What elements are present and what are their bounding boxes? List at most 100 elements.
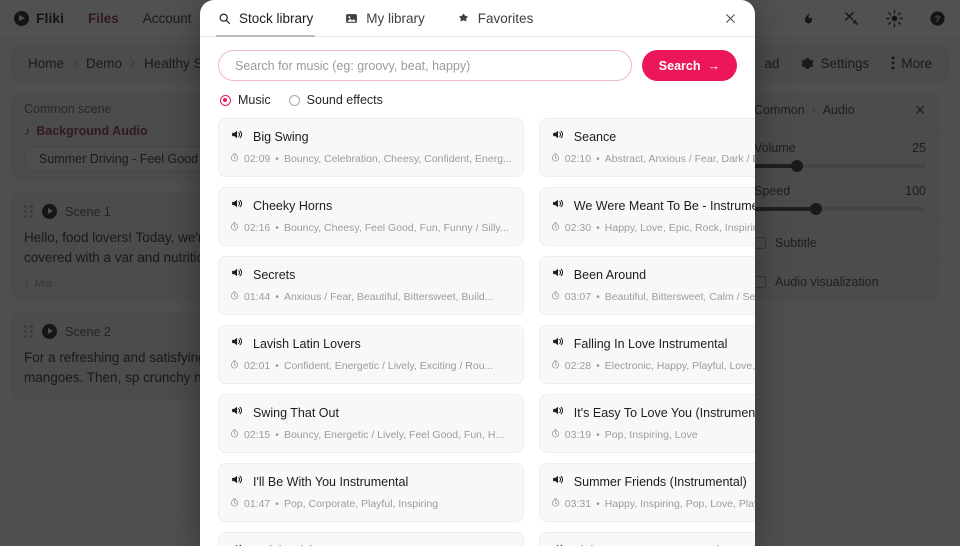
track-title: Secrets [253, 268, 296, 282]
search-zone: Search → Music Sound effects [200, 37, 755, 118]
clock-icon [230, 360, 239, 372]
track-card[interactable]: Summer Friends (Instrumental) 03:31 • Happy… [538, 463, 755, 522]
track-card[interactable]: Quick Sticks02:14•Bouncy, Celebration, C… [218, 532, 524, 546]
meta-separator: • [275, 291, 279, 303]
track-card[interactable]: Secrets 01:44 • Anxious / Fear, Beautiful, … [218, 256, 524, 315]
track-card[interactable]: Been Around 03:07 • Beautiful, Bittersweet,… [538, 256, 755, 315]
speaker-icon[interactable] [551, 542, 564, 546]
track-tags: Happy, Love, Epic, Rock, Inspiring [604, 222, 755, 234]
tab-label: Stock library [239, 10, 314, 26]
track-card[interactable]: It's Easy To Love You (Instrumental) 03:1… [538, 394, 755, 453]
radio-sound-effects-dot[interactable] [288, 94, 300, 106]
track-card[interactable]: Seance 02:10 • Abstract, Anxious / Fear, Da… [538, 118, 755, 177]
speaker-icon[interactable] [551, 404, 564, 422]
speaker-icon[interactable] [230, 128, 243, 146]
track-header: Swing That Out [230, 404, 512, 422]
clock-icon [230, 498, 239, 510]
track-meta: 02:01 • Confident, Energetic / Lively, Exc… [230, 360, 512, 372]
track-tags: Electronic, Happy, Playful, Love, Pop [604, 360, 755, 372]
tab-label: My library [366, 10, 425, 26]
speaker-icon[interactable] [230, 266, 243, 284]
speaker-icon[interactable] [230, 197, 243, 215]
radio-sound-effects-label: Sound effects [306, 93, 383, 107]
track-header: Lavish Latin Lovers [230, 335, 512, 353]
track-card[interactable]: Swing That Out 02:15 • Bouncy, Energetic / … [218, 394, 524, 453]
track-header: I'll Be With You Instrumental [230, 473, 512, 491]
radio-music[interactable]: Music [220, 93, 271, 107]
track-duration: 03:31 [564, 498, 592, 510]
track-header: It's Easy To Love You (Instrumental) [551, 404, 755, 422]
track-card[interactable]: Lavish Latin Lovers 02:01 • Confident, Ener… [218, 325, 524, 384]
track-tags: Anxious / Fear, Beautiful, Bittersweet, … [283, 291, 494, 303]
track-tags: Beautiful, Bittersweet, Calm / Serene, C… [604, 291, 755, 303]
track-header: Secrets [230, 266, 512, 284]
track-header: Cheeky Horns [230, 197, 512, 215]
clock-icon [551, 429, 560, 441]
track-title: We Were Meant To Be - Instrumental V... [573, 199, 755, 213]
radio-music-label: Music [238, 93, 271, 107]
track-title: Swing That Out [253, 406, 339, 420]
meta-separator: • [275, 153, 279, 165]
track-duration: 01:44 [244, 291, 271, 303]
meta-separator: • [596, 498, 600, 510]
meta-separator: • [596, 222, 600, 234]
search-button[interactable]: Search → [641, 50, 737, 81]
speaker-icon[interactable] [230, 335, 243, 353]
track-title: Summer Friends (Instrumental) [573, 475, 747, 489]
track-results-list[interactable]: Big Swing 02:09 • Bouncy, Celebration, Chee… [200, 118, 755, 546]
track-card[interactable]: We Were Meant To Be - Instrumental V... 0… [538, 187, 755, 246]
track-meta: 02:10 • Abstract, Anxious / Fear, Dark / B… [551, 153, 755, 165]
track-card[interactable]: Big Swing 02:09 • Bouncy, Celebration, Chee… [218, 118, 524, 177]
speaker-icon[interactable] [551, 128, 564, 146]
track-title: Been Around [573, 268, 647, 282]
track-tags: Bouncy, Celebration, Cheesy, Confident, … [283, 153, 512, 165]
app-root: Fliki Files Account ? [0, 0, 960, 546]
track-duration: 02:10 [564, 153, 592, 165]
track-duration: 01:47 [244, 498, 271, 510]
arrow-right-icon: → [707, 58, 721, 73]
stock-library-modal: Stock library My library Favorites Searc… [200, 0, 755, 546]
track-card[interactable]: Cheeky Horns 02:16 • Bouncy, Cheesy, Feel G… [218, 187, 524, 246]
tab-label: Favorites [477, 10, 534, 26]
clock-icon [551, 291, 560, 303]
track-header: Seance [551, 128, 755, 146]
track-header: Quick Sticks [230, 542, 512, 546]
track-title: It's Easy To Love You (Instrumental) [573, 406, 755, 420]
track-tags: Happy, Inspiring, Pop, Love, Playful [604, 498, 755, 510]
track-duration: 02:30 [564, 222, 592, 234]
speaker-icon[interactable] [551, 473, 564, 491]
close-modal-button[interactable] [719, 7, 741, 29]
tab-stock-library[interactable]: Stock library [215, 0, 316, 37]
speaker-icon[interactable] [230, 542, 243, 546]
clock-icon [230, 291, 239, 303]
radio-music-dot[interactable] [220, 94, 231, 106]
track-tags: Bouncy, Cheesy, Feel Good, Fun, Funny / … [283, 222, 509, 234]
meta-separator: • [275, 498, 279, 510]
track-title: Cheeky Horns [253, 199, 333, 213]
track-header: Been Around [551, 266, 755, 284]
speaker-icon[interactable] [230, 473, 243, 491]
tab-my-library[interactable]: My library [345, 0, 425, 37]
meta-separator: • [275, 360, 279, 372]
track-duration: 02:15 [244, 429, 271, 441]
track-meta: 02:28 • Electronic, Happy, Playful, Love, … [551, 360, 755, 372]
speaker-icon[interactable] [551, 197, 564, 215]
track-card[interactable]: I'll Be With You Instrumental 01:47 • Pop, … [218, 463, 524, 522]
modal-tab-bar: Stock library My library Favorites [200, 0, 755, 37]
search-input[interactable] [218, 50, 632, 81]
search-icon [218, 12, 231, 25]
meta-separator: • [596, 291, 600, 303]
track-card[interactable]: Falling In Love Instrumental 02:28 • Electr… [538, 325, 755, 384]
track-header: Big Swing [230, 128, 512, 146]
tab-favorites[interactable]: Favorites [457, 0, 534, 37]
track-meta: 03:07 • Beautiful, Bittersweet, Calm / Ser… [551, 291, 755, 303]
speaker-icon[interactable] [551, 266, 564, 284]
meta-separator: • [275, 222, 279, 234]
track-card[interactable]: Little Pastry - Instrumental02:13•Happy,… [538, 532, 755, 546]
radio-sound-effects[interactable]: Sound effects [288, 93, 383, 107]
track-meta: 02:15 • Bouncy, Energetic / Lively, Feel G… [230, 429, 512, 441]
speaker-icon[interactable] [551, 335, 564, 353]
clock-icon [230, 153, 239, 165]
track-tags: Abstract, Anxious / Fear, Dark / Broodin… [604, 153, 755, 165]
speaker-icon[interactable] [230, 404, 243, 422]
